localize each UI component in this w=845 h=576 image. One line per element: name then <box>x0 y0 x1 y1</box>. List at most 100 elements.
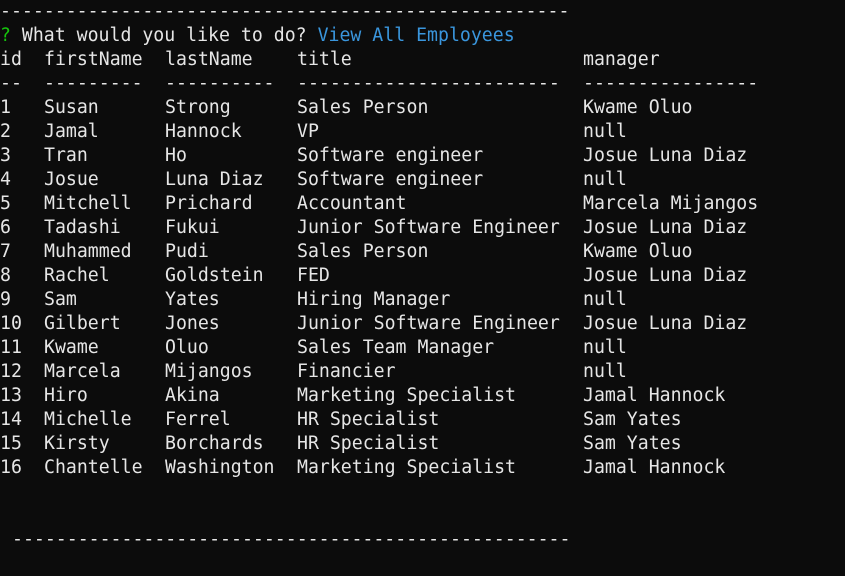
cell-id: 1 <box>0 97 11 118</box>
column-header-lastname: lastName <box>165 49 253 70</box>
column-header-firstname: firstName <box>44 49 143 70</box>
cell-id: 11 <box>0 337 22 358</box>
cell-manager: Marcela Mijangos <box>583 193 759 214</box>
cell-manager: Jamal Hannock <box>583 385 726 406</box>
cell-manager: null <box>583 289 627 310</box>
cell-manager: Josue Luna Diaz <box>583 265 748 286</box>
cell-title: HR Specialist <box>297 433 440 454</box>
cell-id: 12 <box>0 361 22 382</box>
cell-title: Sales Person <box>297 97 429 118</box>
cell-lastname: Strong <box>165 97 231 118</box>
cell-manager: Josue Luna Diaz <box>583 217 748 238</box>
cell-lastname: Jones <box>165 313 220 334</box>
divider-bottom: ----------------------------------------… <box>12 529 571 550</box>
table-row: 15 Kirsty Borchards HR Specialist Sam Yates <box>0 432 845 456</box>
cell-title: Marketing Specialist <box>297 457 516 478</box>
cell-lastname: Yates <box>165 289 220 310</box>
cell-id: 9 <box>0 289 11 310</box>
cell-manager: Jamal Hannock <box>583 457 726 478</box>
table-header-underline: -- --------- ---------- ----------------… <box>0 72 845 96</box>
cell-manager: Kwame Oluo <box>583 241 693 262</box>
cell-manager: null <box>583 121 627 142</box>
cell-lastname: Hannock <box>165 121 242 142</box>
cell-id: 16 <box>0 457 22 478</box>
cell-title: Junior Software Engineer <box>297 313 560 334</box>
cell-lastname: Mijangos <box>165 361 253 382</box>
table-row: 14 Michelle Ferrel HR Specialist Sam Yates <box>0 408 845 432</box>
table-row: 2 Jamal Hannock VP null <box>0 120 845 144</box>
cell-title: Hiring Manager <box>297 289 451 310</box>
cell-lastname: Borchards <box>165 433 264 454</box>
cell-firstname: Sam <box>44 289 77 310</box>
cell-manager: null <box>583 169 627 190</box>
prompt-symbol: ? <box>0 25 11 46</box>
table-row: 13 Hiro Akina Marketing Specialist Jamal Han… <box>0 384 845 408</box>
cell-firstname: Muhammed <box>44 241 132 262</box>
cell-id: 4 <box>0 169 11 190</box>
cell-title: VP <box>297 121 319 142</box>
cell-id: 13 <box>0 385 22 406</box>
cell-id: 10 <box>0 313 22 334</box>
table-row: 7 Muhammed Pudi Sales Person Kwame Oluo <box>0 240 845 264</box>
cell-id: 2 <box>0 121 11 142</box>
cell-title: Financier <box>297 361 396 382</box>
cell-lastname: Washington <box>165 457 275 478</box>
cell-firstname: Marcela <box>44 361 121 382</box>
cell-id: 3 <box>0 145 11 166</box>
table-row: 10 Gilbert Jones Junior Software Engineer Jo… <box>0 312 845 336</box>
cell-lastname: Ho <box>165 145 187 166</box>
prompt-line: ? What would you like to do? View All Em… <box>0 24 515 48</box>
table-row: 12 Marcela Mijangos Financier null <box>0 360 845 384</box>
underline-id: -- <box>0 73 22 94</box>
cell-firstname: Michelle <box>44 409 132 430</box>
cell-firstname: Josue <box>44 169 99 190</box>
cell-title: HR Specialist <box>297 409 440 430</box>
cell-lastname: Akina <box>165 385 220 406</box>
cell-firstname: Gilbert <box>44 313 121 334</box>
underline-firstname: --------- <box>44 73 143 94</box>
column-header-manager: manager <box>583 49 660 70</box>
table-body: 1 Susan Strong Sales Person Kwame Oluo 2 Jama… <box>0 96 845 480</box>
cell-id: 6 <box>0 217 11 238</box>
cell-firstname: Jamal <box>44 121 99 142</box>
cell-firstname: Chantelle <box>44 457 143 478</box>
cell-lastname: Goldstein <box>165 265 264 286</box>
cell-manager: Josue Luna Diaz <box>583 313 748 334</box>
cell-firstname: Kirsty <box>44 433 110 454</box>
cell-title: Accountant <box>297 193 407 214</box>
cell-lastname: Luna Diaz <box>165 169 264 190</box>
table-row: 4 Josue Luna Diaz Software engineer null <box>0 168 845 192</box>
column-header-title: title <box>297 49 352 70</box>
cell-manager: Kwame Oluo <box>583 97 693 118</box>
table-row: 3 Tran Ho Software engineer Josue Luna Diaz <box>0 144 845 168</box>
cell-manager: Josue Luna Diaz <box>583 145 748 166</box>
divider-top: ----------------------------------------… <box>0 1 570 22</box>
cell-manager: Sam Yates <box>583 433 682 454</box>
cell-manager: Sam Yates <box>583 409 682 430</box>
prompt-question: What would you like to do? <box>21 25 307 46</box>
underline-lastname: ---------- <box>165 73 275 94</box>
cell-firstname: Tadashi <box>44 217 121 238</box>
cell-lastname: Pudi <box>165 241 209 262</box>
cell-lastname: Fukui <box>165 217 220 238</box>
cell-firstname: Susan <box>44 97 99 118</box>
cell-title: Junior Software Engineer <box>297 217 560 238</box>
table-row: 16 Chantelle Washington Marketing Specialis… <box>0 456 845 480</box>
table-row: 9 Sam Yates Hiring Manager null <box>0 288 845 312</box>
cell-title: Sales Person <box>297 241 429 262</box>
cell-firstname: Mitchell <box>44 193 132 214</box>
table-row: 1 Susan Strong Sales Person Kwame Oluo <box>0 96 845 120</box>
cell-id: 5 <box>0 193 11 214</box>
cell-lastname: Ferrel <box>165 409 231 430</box>
cell-id: 7 <box>0 241 11 262</box>
cell-firstname: Hiro <box>44 385 88 406</box>
prompt-answer: View All Employees <box>317 25 515 46</box>
cell-id: 14 <box>0 409 22 430</box>
cell-firstname: Tran <box>44 145 88 166</box>
cell-firstname: Kwame <box>44 337 99 358</box>
cell-title: FED <box>297 265 330 286</box>
table-row: 8 Rachel Goldstein FED Josue Luna Diaz <box>0 264 845 288</box>
column-header-id: id <box>0 49 22 70</box>
underline-manager: ---------------- <box>583 73 759 94</box>
cell-lastname: Oluo <box>165 337 209 358</box>
